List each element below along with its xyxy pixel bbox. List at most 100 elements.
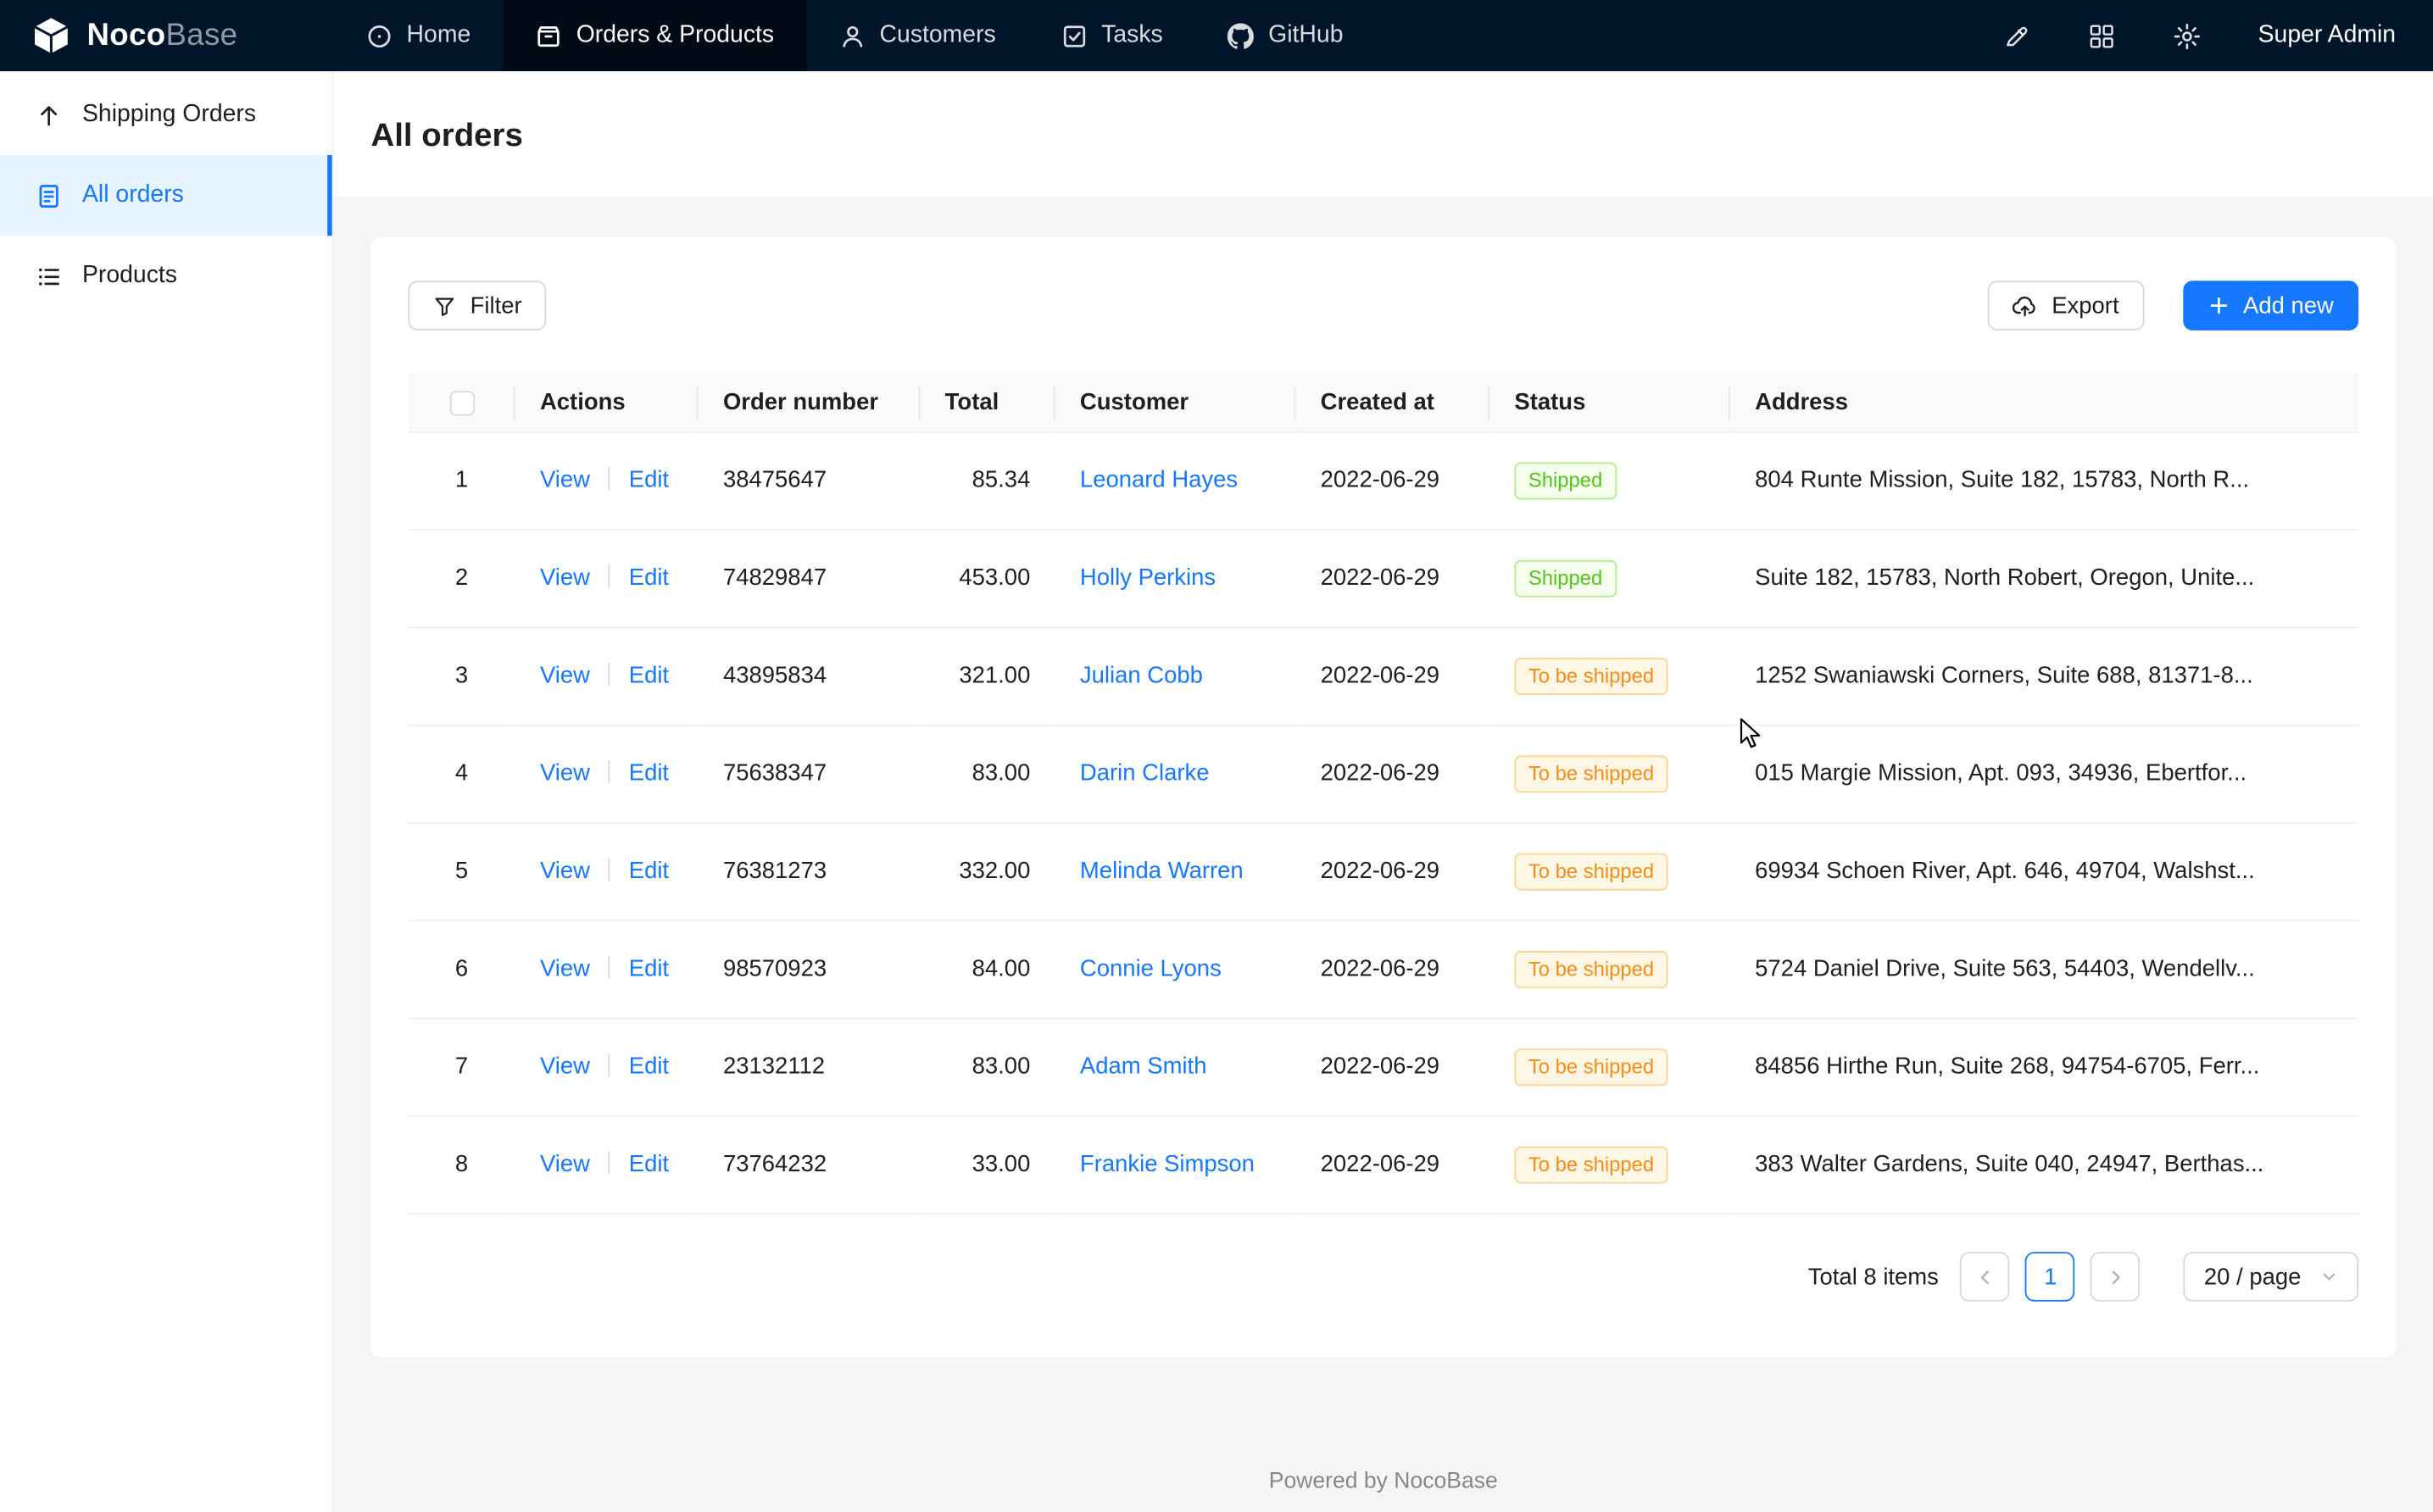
nav-item-orders-products[interactable]: Orders & Products	[504, 0, 807, 71]
ui-editor-button[interactable]	[2002, 21, 2032, 51]
orders-products-icon	[536, 23, 562, 49]
edit-link[interactable]: Edit	[629, 858, 669, 884]
export-cloud-icon	[2013, 293, 2037, 318]
nav-label-orders-products: Orders & Products	[576, 22, 774, 50]
address-cell: 69934 Schoen River, Apt. 646, 49704, Wal…	[1730, 823, 2358, 920]
total-cell: 85.34	[920, 432, 1055, 530]
actions-cell: View Edit	[515, 530, 699, 627]
nav-item-github[interactable]: GitHub	[1195, 0, 1376, 71]
action-divider	[609, 467, 610, 490]
edit-link[interactable]: Edit	[629, 467, 669, 493]
view-link[interactable]: View	[540, 663, 590, 689]
customer-link[interactable]: Adam Smith	[1080, 1053, 1207, 1080]
sidebar: Shipping Orders All orders Products	[0, 71, 334, 1512]
customer-link[interactable]: Julian Cobb	[1080, 663, 1203, 689]
view-link[interactable]: View	[540, 1151, 590, 1177]
edit-link[interactable]: Edit	[629, 1053, 669, 1080]
nav-item-customers[interactable]: Customers	[807, 0, 1029, 71]
edit-link[interactable]: Edit	[629, 564, 669, 591]
logo[interactable]: NocoBase	[0, 0, 334, 71]
highlighter-icon	[2002, 21, 2032, 51]
status-badge: To be shipped	[1514, 1147, 1667, 1184]
edit-link[interactable]: Edit	[629, 956, 669, 982]
table-row: 4 ViewEdit 75638347 83.00 Darin Clarke 2…	[408, 725, 2358, 823]
customer-cell: Darin Clarke	[1055, 725, 1296, 823]
view-link[interactable]: View	[540, 760, 590, 787]
customer-link[interactable]: Melinda Warren	[1080, 858, 1244, 884]
edit-link[interactable]: Edit	[629, 760, 669, 787]
customer-link[interactable]: Holly Perkins	[1080, 564, 1216, 591]
viewport: NocoBase Home Orders & Products Customer…	[0, 0, 2433, 1512]
chevron-right-icon	[2106, 1267, 2126, 1287]
nav-label-customers: Customers	[880, 22, 996, 50]
layout: Shipping Orders All orders Products	[0, 71, 2433, 1512]
view-link[interactable]: View	[540, 564, 590, 591]
customer-cell: Melinda Warren	[1055, 823, 1296, 920]
row-index: 1	[455, 467, 468, 493]
total-cell: 33.00	[920, 1116, 1055, 1214]
plugins-button[interactable]	[2087, 21, 2117, 51]
export-button[interactable]: Export	[1988, 281, 2144, 331]
sidebar-item-all-orders[interactable]: All orders	[0, 155, 332, 236]
edit-link[interactable]: Edit	[629, 663, 669, 689]
customer-link[interactable]: Frankie Simpson	[1080, 1151, 1255, 1177]
action-divider	[609, 858, 610, 881]
address-cell: 383 Walter Gardens, Suite 040, 24947, Be…	[1730, 1116, 2358, 1214]
nav-item-tasks[interactable]: Tasks	[1028, 0, 1195, 71]
edit-link[interactable]: Edit	[629, 1151, 669, 1177]
sidebar-label-products: Products	[82, 262, 177, 290]
order-number-cell: 43895834	[699, 627, 921, 725]
tasks-icon	[1061, 23, 1088, 49]
actions-cell: View Edit	[515, 1019, 699, 1116]
actions-cell: View Edit	[515, 1116, 699, 1214]
customer-cell: Connie Lyons	[1055, 920, 1296, 1018]
order-number-cell: 38475647	[699, 432, 921, 530]
view-link[interactable]: View	[540, 858, 590, 884]
nav-item-home[interactable]: Home	[334, 0, 504, 71]
view-link[interactable]: View	[540, 467, 590, 493]
address-cell: 015 Margie Mission, Apt. 093, 34936, Ebe…	[1730, 725, 2358, 823]
customer-link[interactable]: Darin Clarke	[1080, 760, 1210, 787]
action-divider	[609, 1053, 610, 1076]
pagination-next-button[interactable]	[2091, 1252, 2141, 1302]
status-badge: To be shipped	[1514, 1048, 1667, 1086]
orders-card: Filter Export	[370, 237, 2396, 1358]
list-icon	[36, 263, 62, 289]
pagination-prev-button[interactable]	[1961, 1252, 2011, 1302]
status-badge: To be shipped	[1514, 853, 1667, 891]
total-cell: 83.00	[920, 725, 1055, 823]
actions-cell: View Edit	[515, 432, 699, 530]
column-header-created-at: Created at	[1295, 374, 1489, 432]
user-menu[interactable]: Super Admin	[2258, 22, 2396, 50]
mouse-cursor	[1734, 717, 1766, 751]
app-screen: NocoBase Home Orders & Products Customer…	[0, 0, 2433, 1512]
sidebar-label-shipping-orders: Shipping Orders	[82, 101, 256, 129]
settings-button[interactable]	[2173, 21, 2202, 51]
home-icon	[366, 23, 393, 49]
filter-button[interactable]: Filter	[408, 281, 547, 331]
pagination-page-1[interactable]: 1	[2025, 1252, 2075, 1302]
customer-link[interactable]: Leonard Hayes	[1080, 467, 1238, 493]
created-at-cell: 2022-06-29	[1295, 432, 1489, 530]
actions-cell: View Edit	[515, 920, 699, 1018]
pagination-total: Total 8 items	[1808, 1264, 1939, 1290]
row-index: 2	[455, 564, 468, 591]
row-select-cell: 8	[408, 1116, 515, 1214]
view-link[interactable]: View	[540, 1053, 590, 1080]
customer-link[interactable]: Connie Lyons	[1080, 956, 1222, 982]
export-button-label: Export	[2052, 292, 2118, 319]
sidebar-item-products[interactable]: Products	[0, 236, 332, 316]
select-all-checkbox[interactable]	[449, 391, 474, 415]
status-badge: To be shipped	[1514, 951, 1667, 988]
row-index: 5	[455, 858, 468, 884]
created-at-cell: 2022-06-29	[1295, 823, 1489, 920]
customers-icon	[839, 23, 866, 49]
view-link[interactable]: View	[540, 956, 590, 982]
status-cell: Shipped	[1489, 432, 1730, 530]
logo-noco: Noco	[86, 18, 165, 52]
sidebar-item-shipping-orders[interactable]: Shipping Orders	[0, 75, 332, 155]
page-size-select[interactable]: 20 / page	[2184, 1252, 2358, 1302]
action-divider	[609, 956, 610, 979]
add-new-button[interactable]: Add new	[2183, 281, 2359, 331]
row-select-cell: 6	[408, 920, 515, 1018]
